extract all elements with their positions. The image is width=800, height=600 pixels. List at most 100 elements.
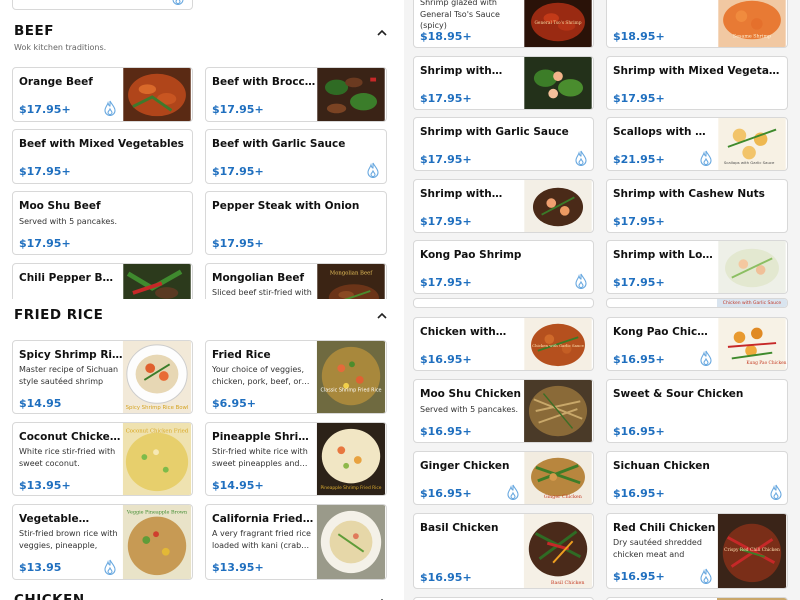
menu-item-card[interactable]: Beef with Garlic Sauce $17.95+ — [205, 129, 387, 184]
item-price: $17.95+ — [613, 276, 665, 289]
item-price: $17.95+ — [613, 215, 665, 228]
spicy-icon — [103, 559, 117, 575]
menu-item-card[interactable]: Shrimp with Mixed Vegetables $17.95+ — [606, 56, 788, 110]
menu-item-card[interactable]: Scallops with Garli… $21.95+ Scallops wi… — [606, 117, 788, 171]
image-caption: Crispy Red Chili Chicken — [724, 548, 780, 553]
item-description: Served with 5 pancakes. — [420, 405, 519, 414]
item-name: Orange Beef — [19, 76, 93, 88]
menu-item-card[interactable]: Orange Beef $17.95+ — [12, 67, 193, 122]
dish-photo: Sesame Shrimp — [717, 0, 787, 47]
dish-photo — [316, 505, 386, 579]
item-name: Fried Rice — [212, 349, 271, 361]
item-name: Pepper Steak with Onion — [212, 200, 360, 212]
item-name: Sweet & Sour Chicken — [613, 388, 744, 400]
item-price: $17.95+ — [19, 237, 71, 250]
item-name: Shrimp with Garlic Sauce — [420, 126, 569, 138]
item-name: Ginger Chicken — [420, 460, 510, 472]
spicy-icon — [506, 484, 520, 500]
item-price: $17.95+ — [212, 165, 264, 178]
menu-item-card[interactable]: Kong Pao Chicken $16.95+ Kung Pao Chicke… — [606, 317, 788, 371]
dish-photo: Crispy Red Chili Chicken — [717, 514, 787, 588]
item-name: Red Chili Chicken — [613, 522, 716, 534]
menu-column-left: BEEF Wok kitchen traditions. Orange Beef… — [0, 0, 400, 600]
menu-item-card[interactable]: Ginger Chicken $16.95+ Ginger Chicken — [413, 451, 594, 505]
dish-photo: Ginger Chicken — [523, 452, 593, 504]
menu-item-card[interactable]: Moo Shu Chicken Served with 5 pancakes. … — [413, 379, 594, 443]
menu-item-card[interactable]: Pepper Steak with Onion $17.95+ — [205, 191, 387, 255]
item-price: $16.95+ — [613, 570, 665, 583]
item-description: Your choice of veggies, chicken, pork, b… — [212, 365, 310, 386]
item-name: Shrimp with Mixed Vegetables — [613, 65, 783, 77]
item-price: $16.95+ — [613, 353, 665, 366]
menu-item-card[interactable]: Pineapple Shrimp… Stir-fried white rice … — [205, 422, 387, 496]
menu-item-card[interactable]: Sichuan Chicken $16.95+ — [606, 451, 788, 505]
item-description: Sliced beef stir-fried with — [212, 288, 312, 297]
menu-item-card[interactable]: Shrimp with… $17.95+ — [413, 56, 594, 110]
menu-item-card[interactable]: Coconut Chicken… White rice stir-fried w… — [12, 422, 193, 496]
menu-item-card[interactable]: Sweet & Sour Chicken $16.95+ — [606, 379, 788, 443]
item-price: $18.95+ — [613, 30, 665, 43]
collapse-chevron-icon[interactable] — [376, 23, 388, 36]
item-name: Pineapple Shrimp… — [212, 431, 316, 443]
collapse-chevron-icon[interactable] — [376, 306, 388, 319]
dish-photo — [122, 68, 192, 121]
menu-item-card[interactable]: Shrimp with Lobst… $17.95+ — [606, 240, 788, 294]
dish-photo — [523, 57, 593, 109]
collapse-chevron-icon[interactable] — [376, 592, 388, 600]
menu-item-card[interactable]: Chicken with Garlic Sauce — [606, 298, 788, 308]
section-title-fried-rice: FRIED RICE — [14, 307, 104, 323]
item-price: $14.95 — [19, 397, 62, 410]
menu-item-card[interactable]: Beef with Mixed Vegetables $17.95+ — [12, 129, 193, 184]
item-price: $17.95+ — [420, 153, 472, 166]
item-name: Chicken with… — [420, 326, 507, 338]
menu-item-card[interactable] — [413, 298, 594, 308]
image-caption: Kung Pao Chicken — [746, 361, 786, 366]
menu-item-card[interactable]: Shrimp with… $17.95+ — [413, 179, 594, 233]
dish-photo: Kung Pao Chicken — [717, 318, 787, 370]
menu-item-card[interactable]: Beef with Broccoli $17.95+ — [205, 67, 387, 122]
menu-item-card[interactable]: Spicy Shrimp Rice… Master recipe of Sich… — [12, 340, 193, 414]
menu-item-card[interactable]: Shrimp with Garlic Sauce $17.95+ — [413, 117, 594, 171]
menu-item-card[interactable]: Shrimp glazed with General Tso's Sauce (… — [413, 0, 594, 48]
item-name: Moo Shu Beef — [19, 200, 101, 212]
dish-photo: Veggie Pineapple Brown — [122, 505, 192, 579]
item-price: $14.95+ — [212, 479, 264, 492]
item-name: Sichuan Chicken — [613, 460, 710, 472]
spicy-icon — [366, 162, 380, 178]
image-caption: Ginger Chicken — [544, 494, 582, 500]
item-price: $16.95+ — [420, 487, 472, 500]
menu-item-card[interactable]: Shrimp with Cashew Nuts $17.95+ — [606, 179, 788, 233]
menu-item-card[interactable]: Fried Rice Your choice of veggies, chick… — [205, 340, 387, 414]
menu-item-card[interactable]: $18.95+ Sesame Shrimp — [606, 0, 788, 48]
item-name: Basil Chicken — [420, 522, 499, 534]
item-description: White rice stir-fried with sweet coconut… — [19, 447, 116, 468]
spicy-icon — [171, 0, 185, 5]
spicy-icon — [699, 568, 713, 584]
menu-item-card[interactable]: Chicken with… $16.95+ Chicken with Garli… — [413, 317, 594, 371]
item-name: Beef with Garlic Sauce — [212, 138, 346, 150]
image-caption: Basil Chicken — [551, 580, 585, 586]
spicy-icon — [769, 484, 783, 500]
item-name: Beef with Broccoli — [212, 76, 316, 88]
image-caption: Pineapple Shrimp Fried Rice — [321, 485, 382, 491]
item-price: $17.95+ — [19, 103, 71, 116]
item-name: Spicy Shrimp Rice… — [19, 349, 123, 361]
menu-item-card[interactable]: Red Chili Chicken Dry sautéed shredded c… — [606, 513, 788, 589]
item-price: $17.95+ — [212, 237, 264, 250]
menu-item-card[interactable]: California Fried Rice A very fragrant fr… — [205, 504, 387, 580]
menu-item-card[interactable]: Kong Pao Shrimp $17.95+ — [413, 240, 594, 294]
menu-item-card[interactable]: Vegetable… Stir-fried brown rice with ve… — [12, 504, 193, 580]
image-caption: Chicken with Garlic Sauce — [532, 343, 584, 348]
item-description: Master recipe of Sichuan style sautéed s… — [19, 365, 119, 386]
image-caption: Coconut Chicken Fried — [126, 429, 189, 435]
item-price: $18.95+ — [420, 30, 472, 43]
dish-photo: Basil Chicken — [523, 514, 593, 588]
item-name: Kong Pao Chicken — [613, 326, 713, 338]
image-caption: Veggie Pineapple Brown — [126, 510, 187, 516]
menu-item-card[interactable]: Moo Shu Beef Served with 5 pancakes. $17… — [12, 191, 193, 255]
menu-item-card[interactable]: Basil Chicken $16.95+ Basil Chicken — [413, 513, 594, 589]
item-price: $17.95+ — [19, 165, 71, 178]
image-caption: Sesame Shrimp — [733, 33, 771, 39]
menu-item-card[interactable] — [12, 0, 193, 10]
item-price: $17.95+ — [613, 92, 665, 105]
